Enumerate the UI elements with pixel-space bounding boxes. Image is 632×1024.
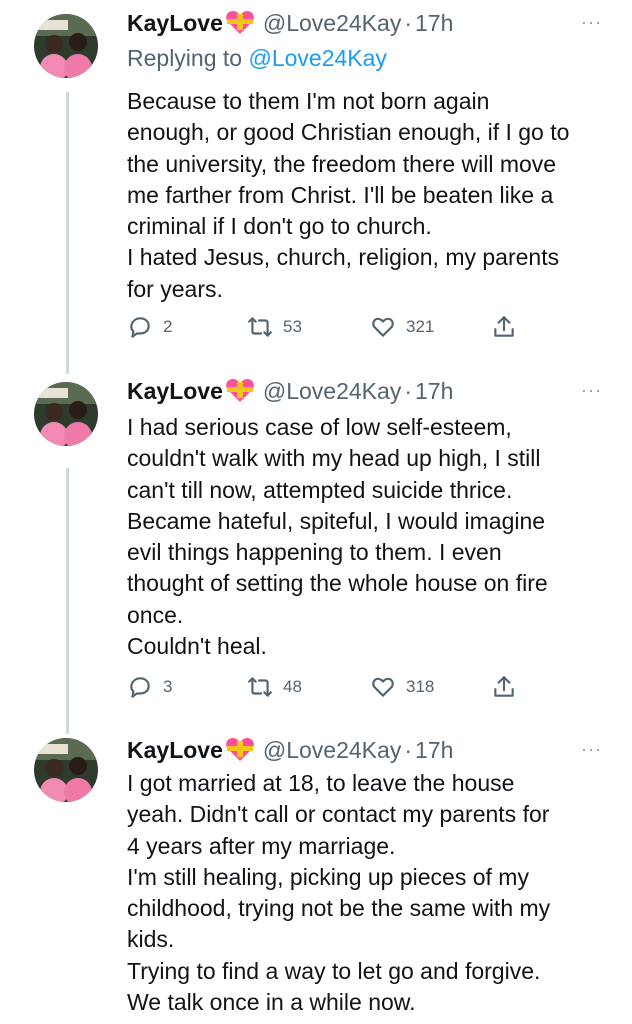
share-icon	[494, 676, 514, 697]
retweet-count: 53	[283, 317, 302, 336]
more-dots-icon[interactable]: ···	[581, 739, 602, 760]
tweet[interactable]: KayLove @Love24Kay · 17h ··· I had serio…	[0, 370, 632, 730]
share-button[interactable]	[491, 314, 517, 340]
heart-ribbon-emoji	[225, 378, 255, 404]
avatar-photo	[34, 14, 98, 78]
retweet-icon	[248, 317, 272, 337]
like-button[interactable]: 318	[370, 674, 434, 700]
tweet[interactable]: KayLove @Love24Kay · 17h ··· I got marri…	[0, 730, 632, 1024]
heart-ribbon-emoji	[225, 10, 255, 36]
replying-to: Replying to @Love24Kay	[127, 45, 387, 72]
reply-icon	[130, 317, 150, 338]
more-dots-icon[interactable]: ···	[581, 380, 602, 401]
tweet-header: KayLove @Love24Kay · 17h ···	[127, 374, 602, 408]
avatar[interactable]	[34, 738, 98, 802]
tweet-thread: KayLove @Love24Kay · 17h ··· Replying to…	[0, 0, 632, 1024]
like-icon	[372, 677, 394, 697]
handle[interactable]: @Love24Kay	[263, 10, 401, 37]
tweet-text: Because to them I'm not born again enoug…	[127, 88, 570, 302]
replying-prefix: Replying to	[127, 45, 243, 71]
separator: ·	[404, 736, 412, 763]
tweet-actions: 3 48 318	[127, 672, 527, 702]
retweet-button[interactable]: 48	[247, 674, 302, 700]
like-count: 318	[406, 677, 435, 696]
tweet-actions: 2 53 321	[127, 312, 527, 342]
retweet-icon	[248, 677, 272, 697]
reply-count: 2	[163, 317, 173, 336]
separator: ·	[404, 377, 412, 404]
reply-button[interactable]: 3	[127, 674, 172, 700]
avatar-photo	[34, 738, 98, 802]
separator: ·	[404, 9, 412, 36]
more-dots-icon[interactable]: ···	[581, 12, 602, 33]
retweet-count: 48	[283, 677, 302, 696]
tweet-text: I had serious case of low self-esteem, c…	[127, 414, 548, 660]
like-count: 321	[406, 317, 435, 336]
tweet-header: KayLove @Love24Kay · 17h ···	[127, 6, 602, 40]
display-name[interactable]: KayLove	[127, 10, 223, 37]
display-name[interactable]: KayLove	[127, 737, 223, 764]
avatar[interactable]	[34, 14, 98, 78]
like-button[interactable]: 321	[370, 314, 434, 340]
avatar[interactable]	[34, 382, 98, 446]
reply-icon	[130, 677, 150, 698]
retweet-button[interactable]: 53	[247, 314, 302, 340]
heart-ribbon-emoji	[225, 737, 255, 763]
tweet[interactable]: KayLove @Love24Kay · 17h ··· Replying to…	[0, 0, 632, 370]
handle[interactable]: @Love24Kay	[263, 378, 401, 405]
timestamp[interactable]: 17h	[415, 378, 453, 405]
timestamp[interactable]: 17h	[415, 737, 453, 764]
tweet-header: KayLove @Love24Kay · 17h ···	[127, 733, 602, 767]
reply-count: 3	[163, 677, 173, 696]
mention-link[interactable]: @Love24Kay	[248, 45, 386, 71]
avatar-photo	[34, 382, 98, 446]
share-button[interactable]	[491, 674, 517, 700]
handle[interactable]: @Love24Kay	[263, 737, 401, 764]
timestamp[interactable]: 17h	[415, 10, 453, 37]
share-icon	[494, 316, 514, 337]
reply-button[interactable]: 2	[127, 314, 172, 340]
tweet-text: I got married at 18, to leave the house …	[127, 770, 551, 1016]
like-icon	[372, 317, 394, 337]
display-name[interactable]: KayLove	[127, 378, 223, 405]
